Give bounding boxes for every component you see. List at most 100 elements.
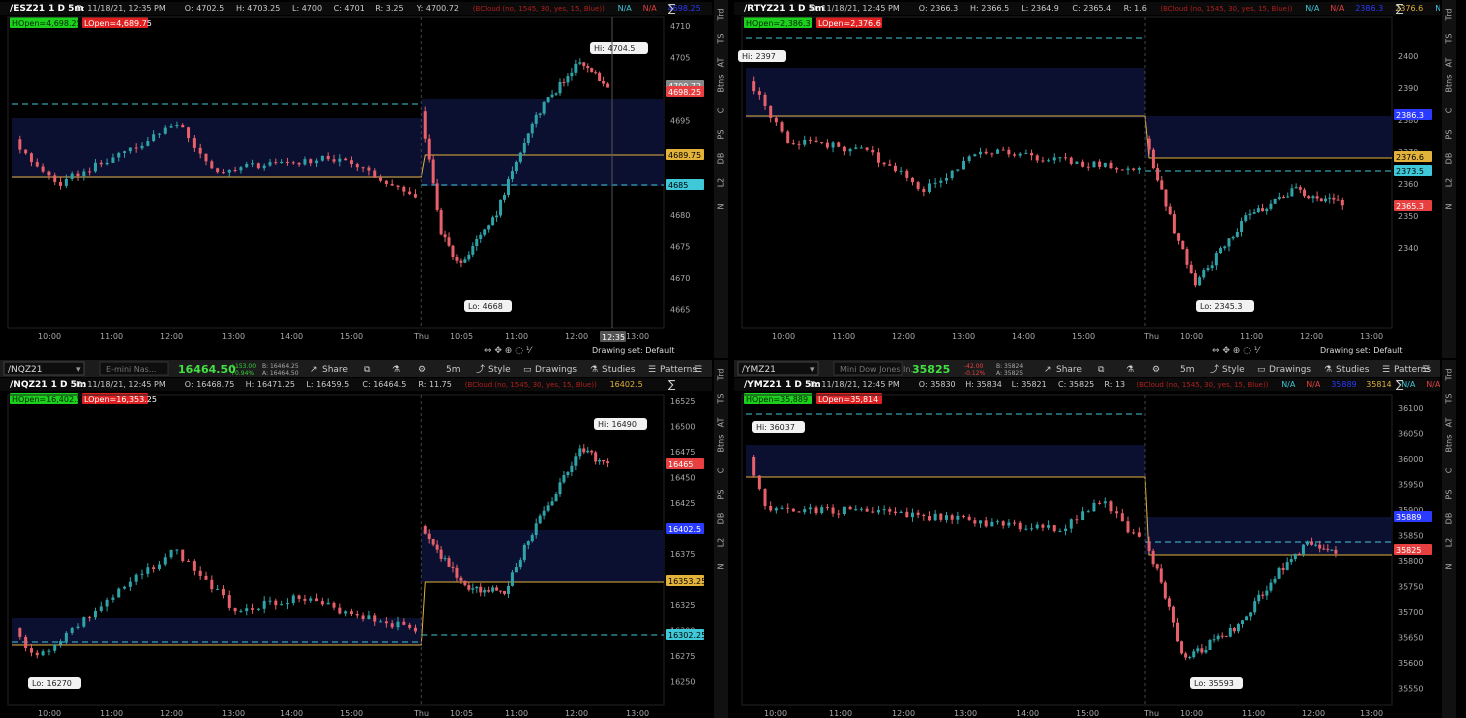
side-tab-c[interactable]: C [1445, 105, 1454, 117]
x-axis: 10:00 11:00 12:00 13:00 14:00 15:00 Thu 10:05 11… [38, 332, 649, 341]
chart-panel-rty[interactable]: /RTYZ21 1 D 5m D: 11/18/21, 12:45 PM O: 23… [734, 0, 1440, 358]
candle-body [291, 595, 295, 604]
side-tab-ts[interactable]: TS [1445, 393, 1454, 405]
chart-panel-nq[interactable]: /NQZ21 ▾ E-mini Nas... 16464.50 +153.00 +0.94… [0, 360, 712, 718]
style-button[interactable]: ⤴ Style [1210, 363, 1245, 375]
side-tab-l2[interactable]: L2 [717, 537, 726, 549]
sigma-icon[interactable]: ∑ [1396, 378, 1404, 391]
side-tab-ts[interactable]: TS [1445, 33, 1454, 45]
symbol-selector[interactable]: /YMZ21 ▾ [737, 361, 819, 376]
gear-icon[interactable]: ⚙ [1152, 365, 1160, 375]
side-tab-btns[interactable]: Btns [1445, 75, 1454, 93]
candle-body [1220, 635, 1224, 637]
candle-body [522, 142, 526, 153]
candle-body [984, 151, 988, 154]
y-tick-label: 4705 [670, 54, 690, 63]
side-tab-trd[interactable]: Trd [717, 369, 726, 381]
side-tab-n[interactable]: N [717, 201, 726, 213]
chart-svg-ym[interactable]: /YMZ21 ▾ Mini Dow Jones In...35825 -42.00-0… [734, 360, 1440, 718]
candle-body [1058, 157, 1062, 159]
sigma-icon[interactable]: ∑ [1396, 2, 1404, 15]
side-tab-n[interactable]: N [1445, 201, 1454, 213]
candle-body [1196, 648, 1200, 652]
chart-panel-es[interactable]: /ESZ21 1 D 5m D: 11/18/21, 12:35 PM O: 470… [0, 0, 712, 358]
side-tab-at[interactable]: AT [717, 417, 726, 429]
chart-tools-icon[interactable]: ⇔ ✥ ⊕ ◌ ⅟ [484, 346, 533, 356]
chart-svg-nq[interactable]: /NQZ21 ▾ E-mini Nas... 16464.50+153.00+0.94… [0, 360, 712, 718]
share-button[interactable]: ↗ Share [310, 365, 348, 375]
side-tab-c[interactable]: C [717, 465, 726, 477]
studies-button[interactable]: ⚗ Studies [590, 365, 636, 375]
side-tab-at[interactable]: AT [717, 57, 726, 69]
gear-icon[interactable]: ⚙ [418, 365, 426, 375]
sigma-icon[interactable]: ∑ [668, 378, 676, 391]
side-tab-ps[interactable]: PS [1445, 129, 1454, 141]
side-tab-l2[interactable]: L2 [1445, 537, 1454, 549]
side-tab-c[interactable]: C [1445, 465, 1454, 477]
candle-body [598, 459, 602, 462]
symbol-selector[interactable]: /NQZ21 ▾ [3, 361, 85, 376]
candle-body [233, 169, 237, 171]
studies-button[interactable]: ⚗ Studies [1324, 365, 1370, 375]
candle-body [1013, 522, 1017, 524]
x-tick-label: 13:00 [1360, 332, 1383, 341]
side-tab-l2[interactable]: L2 [717, 177, 726, 189]
patterns-button[interactable]: ☰ Patterns [648, 365, 697, 375]
side-tab-n[interactable]: N [1445, 561, 1454, 573]
chart-svg-rty[interactable]: /RTYZ21 1 D 5mD: 11/18/21, 12:45 PM O: 23… [734, 0, 1440, 358]
side-tab-n[interactable]: N [717, 561, 726, 573]
interval-button[interactable]: 5m [1180, 365, 1195, 375]
drawing-set-bar[interactable]: ⇔ ✥ ⊕ ◌ ⅟ Drawing set: Default [484, 346, 675, 356]
side-tab-db[interactable]: DB [717, 513, 726, 525]
side-tab-at[interactable]: AT [1445, 57, 1454, 69]
side-tab-l2[interactable]: L2 [1445, 177, 1454, 189]
style-button[interactable]: ⤴ Style [476, 363, 511, 375]
candle-body [1109, 162, 1113, 169]
side-tab-ps[interactable]: PS [1445, 489, 1454, 501]
drawings-button[interactable]: ▭ Drawings [523, 365, 577, 375]
share-button[interactable]: ↗ Share [1044, 365, 1082, 375]
drawing-set-bar[interactable]: ⇔ ✥ ⊕ ◌ ⅟ Drawing set: Default [1212, 346, 1403, 356]
candle-body [146, 141, 150, 146]
drawings-button[interactable]: ▭ Drawings [1257, 365, 1311, 375]
chart-panel-ym[interactable]: /YMZ21 ▾ Mini Dow Jones In... 35825 -42.00 -0… [734, 360, 1440, 718]
svg-text:2376.6: 2376.6 [1396, 153, 1424, 162]
side-tab-trd[interactable]: Trd [1445, 9, 1454, 21]
side-tab-db[interactable]: DB [717, 153, 726, 165]
sigma-icon[interactable]: ∑ [668, 2, 676, 15]
side-tab-db[interactable]: DB [1445, 153, 1454, 165]
side-tab-btns[interactable]: Btns [717, 435, 726, 453]
menu-icon[interactable]: ☰ [694, 365, 702, 375]
candle-body [1018, 153, 1022, 156]
side-tab-trd[interactable]: Trd [717, 9, 726, 21]
detach-icon[interactable]: ⧉ [1098, 365, 1105, 375]
chart-svg-esz[interactable]: /ESZ21 1 D 5mD: 11/18/21, 12:35 PM O: 470… [0, 0, 712, 358]
detach-icon[interactable]: ⧉ [364, 365, 371, 375]
menu-icon[interactable]: ☰ [1422, 365, 1430, 375]
side-tab-trd[interactable]: Trd [1445, 369, 1454, 381]
side-tab-ps[interactable]: PS [717, 129, 726, 141]
candle-body [396, 185, 400, 187]
candle-body [797, 511, 801, 513]
side-tab-db[interactable]: DB [1445, 513, 1454, 525]
candle-body [1109, 501, 1113, 512]
side-tab-ts[interactable]: TS [717, 33, 726, 45]
candle-body [882, 509, 886, 511]
side-tab-ps[interactable]: PS [717, 489, 726, 501]
interval-button[interactable]: 5m [446, 365, 461, 375]
side-tab-at[interactable]: AT [1445, 417, 1454, 429]
side-tab-c[interactable]: C [717, 105, 726, 117]
flask-icon[interactable]: ⚗ [392, 365, 400, 375]
x-tick-label: 10:05 [450, 332, 473, 341]
ohlc-field: D: 11/18/21, 12:45 PM [810, 380, 900, 389]
chart-tools-icon[interactable]: ⇔ ✥ ⊕ ◌ ⅟ [1212, 346, 1261, 356]
ohlc-header: /ESZ21 1 D 5mD: 11/18/21, 12:35 PM O: 470… [0, 2, 712, 15]
study-value: 2386.3 [1355, 4, 1383, 13]
side-tab-btns[interactable]: Btns [717, 75, 726, 93]
candle-body [233, 607, 237, 612]
flask-icon[interactable]: ⚗ [1126, 365, 1134, 375]
side-tab-btns[interactable]: Btns [1445, 435, 1454, 453]
candle-body [423, 526, 427, 534]
candle-body [916, 182, 920, 189]
side-tab-ts[interactable]: TS [717, 393, 726, 405]
